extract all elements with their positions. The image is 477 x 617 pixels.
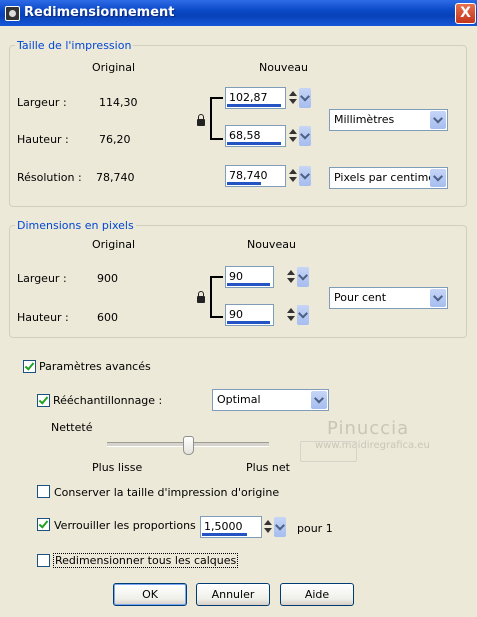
chevron-down-icon	[430, 111, 446, 129]
spin-updown-icon[interactable]	[287, 166, 298, 186]
print-height-input[interactable]: 68,58	[225, 125, 313, 147]
resolution-units-select[interactable]: Pixels par centimètre	[329, 167, 448, 189]
chevron-down-icon[interactable]	[274, 517, 286, 537]
keep-print-size-label: Conserver la taille d'impression d'origi…	[54, 486, 280, 499]
resolution-value: 78,740	[229, 169, 268, 182]
print-width-label: Largeur :	[17, 96, 67, 109]
chevron-down-icon	[311, 391, 327, 409]
pixel-units-select[interactable]: Pour cent	[329, 287, 448, 309]
resample-label: Rééchantillonnage :	[53, 394, 163, 407]
resolution-input[interactable]: 78,740	[225, 165, 313, 187]
print-height-label: Hauteur :	[17, 133, 69, 146]
print-height-value: 68,58	[229, 129, 261, 142]
window-title: Redimensionnement	[24, 5, 175, 20]
pixel-height-input[interactable]: 90	[225, 304, 313, 326]
spin-updown-icon[interactable]	[285, 305, 296, 325]
disabled-spin-ghost	[300, 441, 357, 462]
keep-print-size-checkbox[interactable]	[37, 485, 50, 498]
resample-method-select[interactable]: Optimal	[212, 389, 329, 411]
lock-ratio-label: Verrouiller les proportions :	[54, 519, 203, 532]
aspect-link-bracket	[210, 276, 223, 318]
pixel-width-original: 900	[97, 272, 118, 285]
pixel-height-value: 90	[229, 308, 243, 321]
spin-updown-icon[interactable]	[262, 517, 273, 537]
resize-all-layers-checkbox[interactable]	[37, 554, 50, 567]
app-icon	[5, 6, 20, 21]
print-size-legend: Taille de l'impression	[15, 39, 134, 52]
pixel-new-header: Nouveau	[247, 238, 296, 251]
ratio-value: 1,5000	[204, 520, 243, 533]
watermark-text: Pinuccia	[327, 418, 410, 439]
print-original-header: Original	[92, 61, 136, 74]
pixel-height-original: 600	[97, 311, 118, 324]
pixel-width-input[interactable]: 90	[225, 266, 313, 288]
resize-all-layers-label: Redimensionner tous les calques	[53, 553, 239, 568]
help-button[interactable]: Aide	[280, 583, 354, 606]
chevron-down-icon[interactable]	[299, 126, 311, 146]
spin-updown-icon[interactable]	[285, 267, 296, 287]
lock-icon	[197, 291, 205, 303]
advanced-settings-label: Paramètres avancés	[39, 360, 151, 373]
resolution-original: 78,740	[96, 171, 135, 184]
sharpness-label: Netteté	[51, 421, 93, 434]
spin-updown-icon[interactable]	[287, 126, 298, 146]
print-units-select[interactable]: Millimètres	[329, 109, 448, 131]
print-units-value: Millimètres	[334, 113, 395, 126]
pixel-size-legend: Dimensions en pixels	[15, 219, 136, 232]
pixel-width-value: 90	[229, 270, 243, 283]
chevron-down-icon[interactable]	[297, 305, 309, 325]
lock-icon	[197, 114, 205, 126]
chevron-down-icon	[430, 289, 446, 307]
resolution-units-value: Pixels par centimètre	[334, 171, 430, 184]
pixel-units-value: Pour cent	[334, 291, 387, 304]
print-width-input[interactable]: 102,87	[225, 87, 313, 109]
slider-min-label: Plus lisse	[92, 461, 143, 474]
chevron-down-icon[interactable]	[299, 166, 311, 186]
cancel-button[interactable]: Annuler	[196, 583, 270, 606]
spin-updown-icon[interactable]	[287, 88, 298, 108]
pixel-width-label: Largeur :	[17, 272, 67, 285]
ok-button[interactable]: OK	[113, 583, 187, 606]
chevron-down-icon[interactable]	[299, 88, 311, 108]
resample-method-value: Optimal	[217, 393, 261, 406]
close-button[interactable]: X	[455, 3, 476, 24]
slider-max-label: Plus net	[246, 461, 290, 474]
lock-ratio-checkbox[interactable]	[37, 518, 50, 531]
pixel-height-label: Hauteur :	[17, 311, 69, 324]
ratio-suffix: pour 1	[297, 522, 333, 535]
ratio-input[interactable]: 1,5000	[200, 516, 288, 538]
chevron-down-icon[interactable]	[297, 267, 309, 287]
print-new-header: Nouveau	[259, 61, 308, 74]
advanced-settings-checkbox[interactable]	[23, 360, 36, 373]
chevron-down-icon	[430, 169, 446, 187]
resolution-label: Résolution :	[17, 171, 82, 184]
print-height-original: 76,20	[99, 133, 131, 146]
print-width-value: 102,87	[229, 91, 268, 104]
print-width-original: 114,30	[99, 96, 138, 109]
aspect-link-bracket	[210, 97, 223, 140]
sharpness-slider-thumb[interactable]	[183, 436, 194, 455]
pixel-original-header: Original	[92, 238, 136, 251]
resample-checkbox[interactable]	[37, 394, 50, 407]
